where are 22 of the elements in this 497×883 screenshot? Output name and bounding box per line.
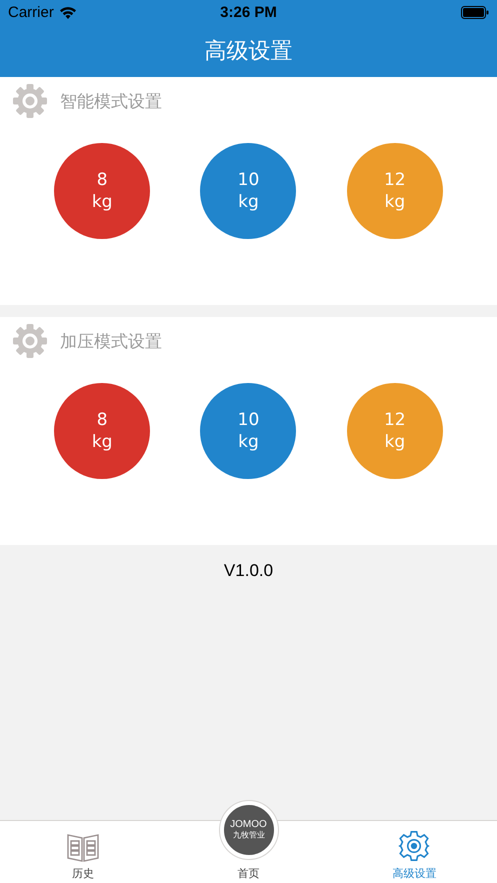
tab-item[interactable]: JOMOO 九牧管业 首页	[166, 799, 332, 883]
gear-icon	[12, 83, 48, 119]
weight-button[interactable]: 8 kg	[54, 143, 150, 239]
section-title: 加压模式设置	[60, 330, 162, 352]
weight-button[interactable]: 8 kg	[54, 383, 150, 479]
book-icon	[66, 832, 99, 862]
battery-icon	[460, 6, 489, 18]
gear-icon	[12, 323, 48, 359]
version-label: V1.0.0	[224, 561, 274, 581]
brand-logo: JOMOO 九牧管业	[220, 801, 278, 859]
settings-icon	[398, 830, 430, 862]
weight-button[interactable]: 12 kg	[346, 143, 443, 239]
tab-item[interactable]: 历史	[0, 821, 166, 883]
weight-button[interactable]: 10 kg	[200, 383, 296, 479]
weight-button[interactable]: 10 kg	[200, 143, 296, 239]
weight-button[interactable]: 12 kg	[346, 383, 443, 479]
wifi-icon	[58, 6, 77, 18]
tab-item[interactable]: 高级设置	[332, 821, 497, 883]
section-title: 智能模式设置	[60, 90, 162, 112]
status-time: 3:26 PM	[220, 4, 277, 20]
nav-title: 高级设置	[204, 38, 292, 66]
carrier-name: Carrier	[8, 4, 54, 20]
